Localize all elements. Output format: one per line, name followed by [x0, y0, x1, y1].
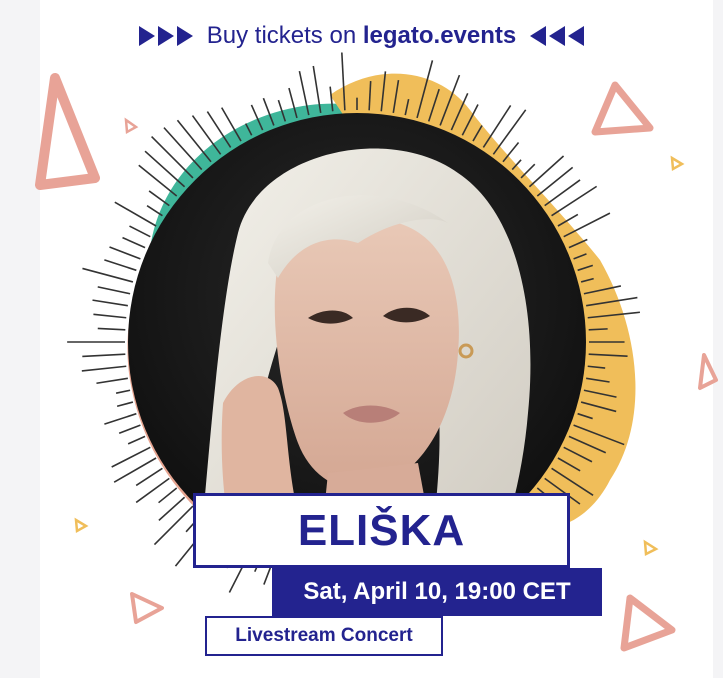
triple-triangle-right-icon [138, 26, 193, 46]
sunburst-line [158, 487, 178, 504]
triangle-outline-icon [698, 353, 718, 390]
event-poster: Buy tickets on legato.events ELIŠKA Sat,… [0, 0, 723, 678]
artist-name: ELIŠKA [297, 505, 466, 555]
sunburst-line [158, 496, 186, 521]
sunburst-line [115, 389, 131, 394]
triangle-outline-icon [591, 81, 654, 136]
sunburst-line [81, 365, 127, 372]
sunburst-line [135, 467, 163, 487]
event-date-time: Sat, April 10, 19:00 CET [303, 578, 571, 605]
triangle-outline-icon [620, 594, 676, 652]
triangle-outline-icon [670, 155, 685, 172]
event-type-box: Livestream Concert [205, 616, 443, 656]
sunburst-line [482, 104, 512, 148]
ticket-banner-text: Buy tickets on legato.events [207, 22, 516, 50]
sunburst-line [104, 259, 137, 272]
sunburst-line [163, 127, 203, 171]
event-type: Livestream Concert [235, 625, 413, 646]
ticket-banner-prefix: Buy tickets on [206, 22, 363, 49]
sunburst-line [82, 267, 134, 283]
ticket-banner[interactable]: Buy tickets on legato.events [0, 14, 723, 58]
triangle-outline-icon [74, 517, 89, 534]
sunburst-line [492, 109, 527, 155]
sunburst-line [151, 136, 194, 179]
sunburst-line [146, 204, 163, 217]
event-date-box: Sat, April 10, 19:00 CET [272, 568, 602, 616]
sunburst-line [520, 163, 536, 179]
triangle-outline-icon [130, 592, 164, 624]
sunburst-line [116, 401, 134, 408]
sunburst-line [97, 327, 126, 331]
sunburst-line [191, 115, 222, 155]
sunburst-line [97, 286, 131, 295]
sunburst-line [93, 313, 127, 319]
sunburst-line [96, 377, 128, 385]
triangle-outline-icon [124, 117, 139, 135]
sunburst-line [563, 212, 611, 238]
sunburst-line [104, 412, 137, 425]
sunburst-line [113, 457, 157, 483]
sunburst-line [544, 179, 581, 207]
sunburst-line [153, 505, 194, 546]
sunburst-line [109, 246, 141, 260]
sunburst-line [588, 328, 608, 331]
sunburst-line [82, 353, 126, 358]
sunburst-line [528, 155, 565, 188]
sunburst-line [118, 424, 141, 435]
sunburst-line [122, 236, 146, 249]
sunburst-line [129, 225, 151, 238]
sunburst-line [127, 435, 146, 445]
sunburst-line [551, 185, 598, 217]
ticket-site-link[interactable]: legato.events [363, 22, 516, 49]
triple-triangle-left-icon [530, 26, 585, 46]
sunburst-line [92, 299, 128, 307]
sunburst-line [138, 164, 178, 197]
sunburst-line [176, 119, 212, 163]
triangle-outline-icon [643, 539, 659, 556]
triangle-outline-icon [35, 73, 100, 190]
artist-name-box: ELIŠKA [193, 493, 570, 568]
sunburst-line [536, 166, 574, 197]
sunburst-line [114, 201, 157, 227]
sunburst-line [144, 150, 186, 188]
